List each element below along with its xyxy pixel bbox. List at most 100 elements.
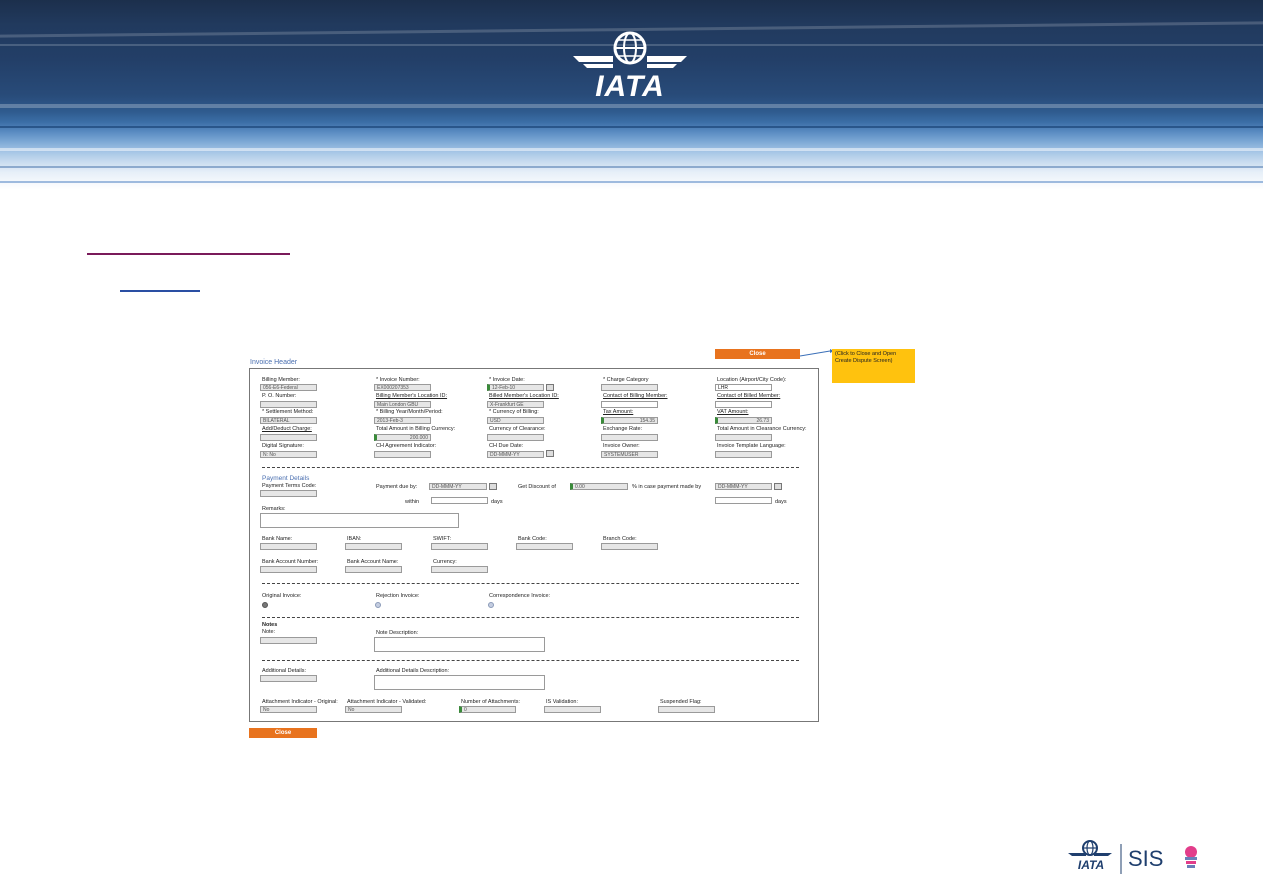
note-field[interactable] [260, 637, 317, 644]
number-attachments-label: Number of Attachments: [461, 699, 520, 705]
template-language-field[interactable] [715, 451, 772, 458]
swift-field[interactable] [431, 543, 488, 550]
number-attachments-field[interactable]: 0 [459, 706, 516, 713]
branch-code-label: Branch Code: [603, 536, 637, 542]
payment-terms-field[interactable] [260, 490, 317, 497]
sis-text: SIS [1128, 846, 1164, 871]
invoice-number-label: * Invoice Number: [376, 377, 420, 383]
po-number-label: P. O. Number: [262, 393, 297, 399]
template-language-label: Invoice Template Language: [717, 443, 786, 449]
within-days-field[interactable] [431, 497, 488, 504]
bank-name-label: Bank Name: [262, 536, 293, 542]
vat-amount-field[interactable]: 26.73 [715, 417, 772, 424]
tax-amount-label: Tax Amount: [603, 409, 634, 415]
correspondence-invoice-radio[interactable] [488, 602, 494, 608]
original-invoice-radio[interactable] [262, 602, 268, 608]
vat-amount-label: VAT Amount: [717, 409, 749, 415]
ch-due-date-field[interactable]: DD-MMM-YY [487, 451, 544, 458]
tax-amount-field[interactable]: 154.35 [601, 417, 658, 424]
section-divider [262, 583, 799, 584]
is-validation-field[interactable] [544, 706, 601, 713]
suspended-flag-field[interactable] [658, 706, 715, 713]
notes-title: Notes [262, 622, 278, 628]
bank-account-name-field[interactable] [345, 566, 402, 573]
banner-stripe [0, 166, 1263, 168]
section-divider [262, 660, 799, 661]
section-divider [262, 467, 799, 468]
add-deduct-field[interactable] [260, 434, 317, 441]
note-label: Note: [262, 629, 276, 635]
billed-location-field[interactable]: X-Frankfurt GE [487, 401, 544, 408]
discount-days-field[interactable] [715, 497, 772, 504]
payment-due-label: Payment due by: [376, 484, 418, 490]
logo-text: IATA [595, 70, 665, 103]
billing-location-field[interactable]: Main London GBU [374, 401, 431, 408]
attachment-original-field[interactable]: No [260, 706, 317, 713]
ch-agreement-field[interactable] [374, 451, 431, 458]
days-label-2: days [775, 499, 787, 505]
currency-field[interactable] [431, 566, 488, 573]
section-divider [262, 617, 799, 618]
contact-billing-field[interactable] [601, 401, 658, 408]
bank-code-field[interactable] [516, 543, 573, 550]
branch-code-field[interactable] [601, 543, 658, 550]
payment-made-label: % in case payment made by [632, 484, 702, 490]
invoice-number-field[interactable]: EX000207353 [374, 384, 431, 391]
billing-period-field[interactable]: 2013-Feb-3 [374, 417, 431, 424]
settlement-method-label: * Settlement Method: [262, 409, 314, 415]
calendar-icon[interactable] [489, 483, 497, 490]
po-number-field[interactable] [260, 401, 317, 408]
payment-due-field[interactable]: DD-MMM-YY [429, 483, 487, 490]
iban-label: IBAN: [347, 536, 362, 542]
total-billing-field[interactable]: 200.000 [374, 434, 431, 441]
additional-details-field[interactable] [260, 675, 317, 682]
subtitle-underline [120, 290, 200, 292]
banner-stripe [0, 148, 1263, 151]
total-clearance-field[interactable] [715, 434, 772, 441]
iban-field[interactable] [345, 543, 402, 550]
original-invoice-label: Original Invoice: [262, 593, 302, 599]
rejection-invoice-radio[interactable] [375, 602, 381, 608]
billing-period-label: * Billing Year/Month/Period: [376, 409, 443, 415]
invoice-date-field[interactable]: 12-Feb-10 [487, 384, 544, 391]
discount-field[interactable]: 0.00 [570, 483, 628, 490]
bank-account-number-label: Bank Account Number: [262, 559, 319, 565]
contact-billed-field[interactable] [715, 401, 772, 408]
close-button-top[interactable]: Close [715, 349, 800, 359]
remarks-textarea[interactable] [260, 513, 459, 528]
currency-billing-label: * Currency of Billing: [489, 409, 539, 415]
location-field[interactable]: LHR [715, 384, 772, 391]
additional-description-label: Additional Details Description: [376, 668, 450, 674]
calendar-icon[interactable] [546, 450, 554, 457]
calendar-icon[interactable] [774, 483, 782, 490]
bank-name-field[interactable] [260, 543, 317, 550]
additional-description-textarea[interactable] [374, 675, 545, 690]
currency-label: Currency: [433, 559, 457, 565]
bank-account-number-field[interactable] [260, 566, 317, 573]
discount-date-field[interactable]: DD-MMM-YY [715, 483, 772, 490]
settlement-method-field[interactable]: BILATERAL [260, 417, 317, 424]
bank-code-label: Bank Code: [518, 536, 547, 542]
digital-signature-label: Digital Signature: [262, 443, 304, 449]
contact-billed-label: Contact of Billed Member: [717, 393, 781, 399]
exchange-rate-field[interactable] [601, 434, 658, 441]
iata-sis-logo: IATA SIS [1066, 838, 1206, 878]
billing-member-field[interactable]: 056-E6-Federal [260, 384, 317, 391]
banner-stripe [0, 181, 1263, 183]
invoice-owner-field[interactable]: SYSTEMUSER [601, 451, 658, 458]
currency-billing-field[interactable]: USD [487, 417, 544, 424]
attachment-validated-field[interactable]: No [345, 706, 402, 713]
charge-category-field[interactable] [601, 384, 658, 391]
swift-label: SWIFT: [433, 536, 452, 542]
note-description-textarea[interactable] [374, 637, 545, 652]
charge-category-label: * Charge Category [603, 377, 649, 383]
attachment-original-label: Attachment Indicator - Original: [262, 699, 338, 705]
currency-clearance-field[interactable] [487, 434, 544, 441]
iata-logo: IATA [565, 30, 695, 103]
title-underline [87, 253, 290, 255]
currency-clearance-label: Currency of Clearance: [489, 426, 546, 432]
digital-signature-field[interactable]: N: No [260, 451, 317, 458]
close-button-bottom[interactable]: Close [249, 728, 317, 738]
callout-note: (Click to Close and Open Create Dispute … [832, 349, 915, 383]
calendar-icon[interactable] [546, 384, 554, 391]
